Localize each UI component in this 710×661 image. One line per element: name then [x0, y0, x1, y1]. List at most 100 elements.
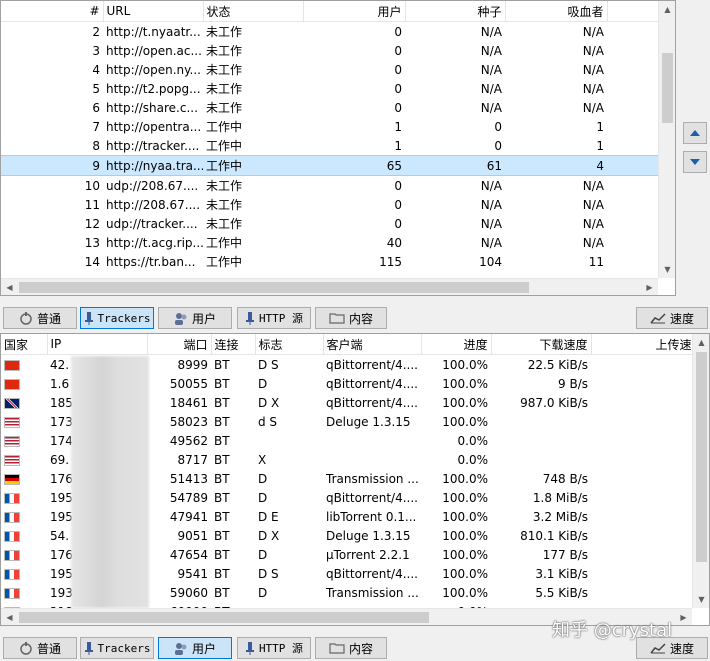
col-flags[interactable]: 标志 — [255, 334, 324, 355]
tab-trackers[interactable]: Trackers — [80, 637, 154, 659]
trackers-vscrollbar[interactable]: ▲ ▼ — [658, 1, 675, 278]
col-port[interactable]: 端口 — [147, 334, 212, 355]
http-pin-icon — [245, 642, 254, 655]
col-country[interactable]: 国家 — [1, 334, 48, 355]
tracker-row[interactable]: 6 http://share.c... 未工作 0 N/A N/A — [1, 98, 659, 117]
scroll-left-arrow-icon[interactable]: ◀ — [1, 609, 18, 625]
tracker-seeds: N/A — [480, 81, 502, 96]
peer-upload-speed — [591, 564, 707, 583]
col-download-speed[interactable]: 下载速度 — [491, 334, 592, 355]
peers-list[interactable]: 国家 IP 端口 连接 标志 客户端 进度 下载速度 上传速度 42. 8999 B… — [0, 333, 710, 626]
col-seeds[interactable]: 种子 — [405, 1, 506, 22]
col-ip[interactable]: IP — [47, 334, 148, 355]
tracker-url: http://208.67.... — [106, 197, 201, 212]
tab-http-label: HTTP 源 — [258, 312, 304, 325]
tracker-number: 2 — [92, 24, 100, 39]
peers-vscrollbar[interactable]: ▲ ▼ — [692, 334, 709, 608]
tracker-row[interactable]: 8 http://tracker.... 工作中 1 0 1 — [1, 136, 659, 156]
scroll-down-arrow-icon[interactable]: ▼ — [659, 261, 675, 278]
tracker-filler — [607, 60, 659, 79]
tracker-row[interactable]: 12 udp://tracker.... 未工作 0 N/A N/A — [1, 214, 659, 233]
peer-upload-speed — [591, 583, 707, 602]
trackers-hscrollbar[interactable]: ◀ ▶ — [1, 278, 658, 295]
speed-chart-icon — [650, 313, 666, 324]
trackers-list[interactable]: # URL 状态 用户 种子 吸血者 2 http://t.nyaatr... 未工… — [0, 0, 676, 296]
tracker-row[interactable]: 3 http://open.ac... 未工作 0 N/A N/A — [1, 41, 659, 60]
tracker-filler — [607, 136, 659, 156]
tracker-number: 11 — [84, 197, 100, 212]
scroll-right-arrow-icon[interactable]: ▶ — [641, 279, 658, 295]
col-leechers[interactable]: 吸血者 — [505, 1, 608, 22]
tracker-row[interactable]: 11 http://208.67.... 未工作 0 N/A N/A — [1, 195, 659, 214]
tracker-seeds: N/A — [480, 24, 502, 39]
peer-download-speed: 5.5 KiB/s — [535, 585, 588, 600]
tracker-peers: 0 — [394, 43, 402, 58]
col-progress[interactable]: 进度 — [421, 334, 492, 355]
peers-vscroll-thumb[interactable] — [696, 352, 707, 562]
folder-icon — [329, 643, 345, 654]
col-url[interactable]: URL — [103, 1, 204, 22]
tab-http-sources[interactable]: HTTP 源 — [237, 307, 311, 329]
scroll-right-arrow-icon[interactable]: ▶ — [675, 609, 692, 625]
col-connection[interactable]: 连接 — [211, 334, 256, 355]
scroll-left-arrow-icon[interactable]: ◀ — [1, 279, 18, 295]
tab-content[interactable]: 内容 — [315, 637, 387, 659]
trackers-hscroll-thumb[interactable] — [19, 282, 529, 293]
tab-http-sources[interactable]: HTTP 源 — [237, 637, 311, 659]
peer-port: 9051 — [177, 528, 208, 543]
peer-client: µTorrent 2.2.1 — [326, 547, 410, 562]
tab-general-label: 普通 — [36, 641, 61, 656]
tracker-row[interactable]: 4 http://open.ny... 未工作 0 N/A N/A — [1, 60, 659, 79]
tracker-row[interactable]: 10 udp://208.67.... 未工作 0 N/A N/A — [1, 176, 659, 196]
tracker-row[interactable]: 7 http://opentra... 工作中 1 0 1 — [1, 117, 659, 136]
tracker-row[interactable]: 5 http://t2.popg... 未工作 0 N/A N/A — [1, 79, 659, 98]
tracker-seeds: N/A — [480, 216, 502, 231]
tracker-number: 10 — [84, 178, 100, 193]
scroll-down-arrow-icon[interactable]: ▼ — [693, 591, 709, 608]
tracker-row[interactable]: 9 http://nyaa.tra... 工作中 65 61 4 — [1, 155, 659, 176]
peer-client — [323, 431, 421, 450]
scroll-up-arrow-icon[interactable]: ▲ — [659, 1, 675, 18]
peers-hscroll-thumb[interactable] — [19, 612, 429, 623]
peer-port: 8999 — [177, 357, 208, 372]
tab-general[interactable]: 普通 — [3, 637, 77, 659]
tracker-filler — [607, 117, 659, 136]
trackers-table: # URL 状态 用户 种子 吸血者 2 http://t.nyaatr... 未工… — [1, 1, 660, 271]
col-peers[interactable]: 用户 — [303, 1, 406, 22]
move-down-button[interactable] — [683, 151, 707, 173]
tracker-url: http://opentra... — [106, 119, 202, 134]
move-up-button[interactable] — [683, 122, 707, 144]
country-flag-icon — [4, 397, 20, 409]
col-client[interactable]: 客户端 — [323, 334, 422, 355]
peer-connection: BT — [214, 452, 230, 467]
tracker-row[interactable]: 14 https://tr.ban... 工作中 115 104 11 — [1, 252, 659, 271]
tracker-seeds: 61 — [405, 155, 505, 176]
tab-general[interactable]: 普通 — [3, 307, 77, 329]
peer-port: 54789 — [169, 490, 208, 505]
col-upload-speed[interactable]: 上传速度 — [591, 334, 708, 355]
tracker-url: http://open.ny... — [106, 62, 201, 77]
tracker-row[interactable]: 2 http://t.nyaatr... 未工作 0 N/A N/A — [1, 22, 659, 42]
tracker-status: 工作中 — [206, 255, 243, 269]
scroll-up-arrow-icon[interactable]: ▲ — [693, 334, 709, 351]
peer-download-speed — [491, 412, 591, 431]
tracker-leechers: 11 — [588, 254, 604, 269]
tracker-status: 未工作 — [206, 44, 243, 58]
peer-port: 9541 — [177, 566, 208, 581]
speed-button[interactable]: 速度 — [636, 307, 708, 329]
tab-peers[interactable]: 用户 — [158, 307, 232, 329]
general-icon — [20, 642, 32, 655]
tracker-filler — [607, 214, 659, 233]
col-status[interactable]: 状态 — [203, 1, 304, 22]
peer-download-speed: 987.0 KiB/s — [520, 395, 588, 410]
tracker-row[interactable]: 13 http://t.acg.rip... 工作中 40 N/A N/A — [1, 233, 659, 252]
tab-trackers[interactable]: Trackers — [80, 307, 154, 329]
tab-peers[interactable]: 用户 — [158, 637, 232, 659]
peer-connection: BT — [214, 585, 230, 600]
col-number[interactable]: # — [1, 1, 104, 22]
tracker-peers: 1 — [394, 119, 402, 134]
tab-content[interactable]: 内容 — [315, 307, 387, 329]
tracker-peers: 0 — [394, 178, 402, 193]
peer-progress: 100.0% — [442, 414, 488, 429]
trackers-vscroll-thumb[interactable] — [662, 53, 673, 123]
